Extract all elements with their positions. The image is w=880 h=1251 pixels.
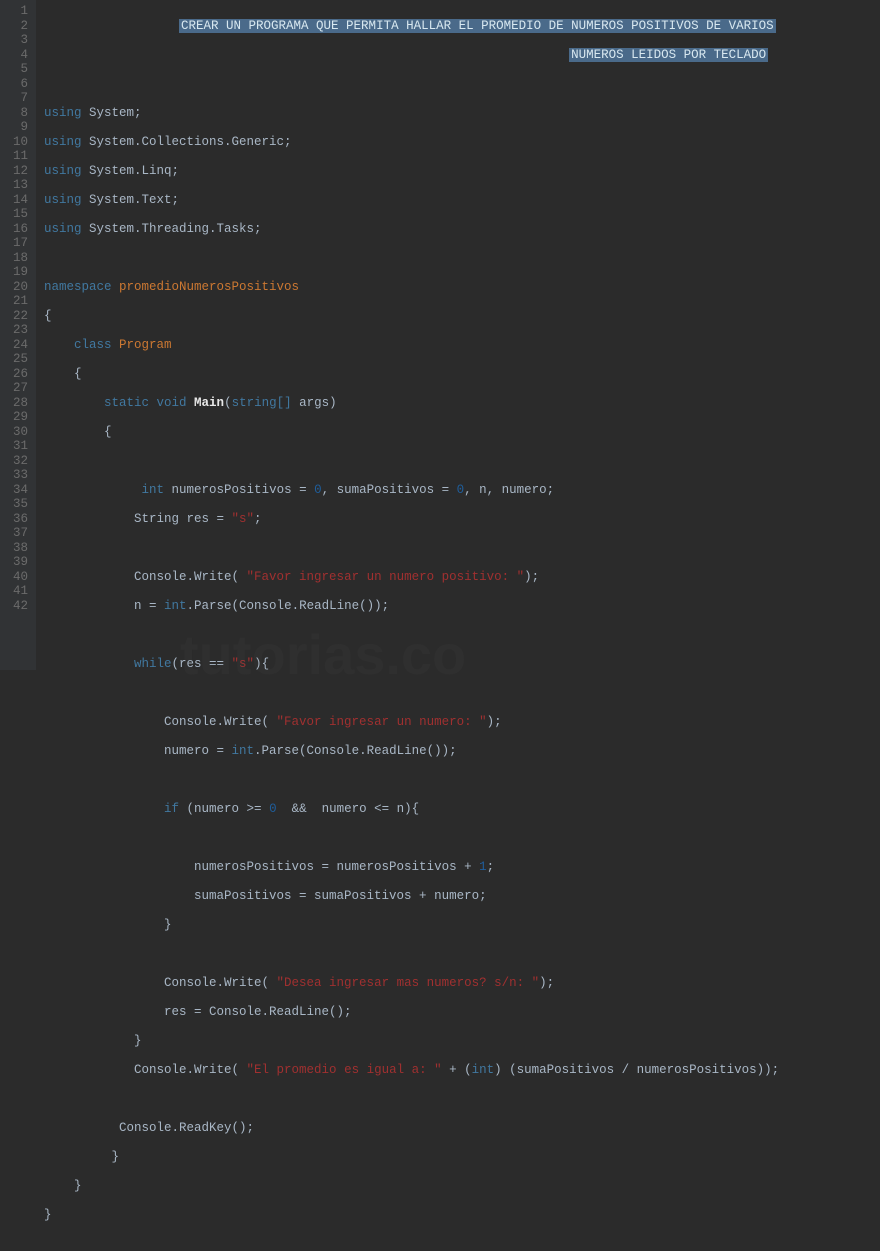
line-number: 22 <box>4 309 28 324</box>
line-number: 28 <box>4 396 28 411</box>
line-number: 25 <box>4 352 28 367</box>
line-number: 40 <box>4 570 28 585</box>
line-number: 12 <box>4 164 28 179</box>
line-number: 39 <box>4 555 28 570</box>
line-number: 27 <box>4 381 28 396</box>
line-number: 16 <box>4 222 28 237</box>
line-number: 2 <box>4 19 28 34</box>
line-number: 17 <box>4 236 28 251</box>
line-number: 19 <box>4 265 28 280</box>
line-number: 13 <box>4 178 28 193</box>
line-number: 1 <box>4 4 28 19</box>
line-number: 24 <box>4 338 28 353</box>
line-number: 32 <box>4 454 28 469</box>
line-number: 21 <box>4 294 28 309</box>
code-editor: 1 2 3 4 5 6 7 8 9 10 11 12 13 14 15 16 1… <box>0 0 880 670</box>
line-number: 29 <box>4 410 28 425</box>
line-number: 4 <box>4 48 28 63</box>
line-number: 9 <box>4 120 28 135</box>
line-number: 37 <box>4 526 28 541</box>
line-number-gutter: 1 2 3 4 5 6 7 8 9 10 11 12 13 14 15 16 1… <box>0 0 36 670</box>
keyword: using <box>44 106 82 120</box>
line-number: 26 <box>4 367 28 382</box>
line-number: 41 <box>4 584 28 599</box>
line-number: 18 <box>4 251 28 266</box>
line-number: 10 <box>4 135 28 150</box>
line-number: 8 <box>4 106 28 121</box>
selected-comment-line2: NUMEROS LEIDOS POR TECLADO <box>569 48 768 62</box>
line-number: 42 <box>4 599 28 614</box>
line-number: 15 <box>4 207 28 222</box>
line-number: 20 <box>4 280 28 295</box>
line-number: 3 <box>4 33 28 48</box>
line-number: 36 <box>4 512 28 527</box>
line-number: 11 <box>4 149 28 164</box>
line-number: 6 <box>4 77 28 92</box>
line-number: 33 <box>4 468 28 483</box>
line-number: 7 <box>4 91 28 106</box>
line-number: 14 <box>4 193 28 208</box>
line-number: 23 <box>4 323 28 338</box>
line-number: 31 <box>4 439 28 454</box>
line-number: 35 <box>4 497 28 512</box>
line-number: 5 <box>4 62 28 77</box>
line-number: 34 <box>4 483 28 498</box>
code-area[interactable]: CREAR UN PROGRAMA QUE PERMITA HALLAR EL … <box>36 0 880 670</box>
line-number: 38 <box>4 541 28 556</box>
selected-comment-line1: CREAR UN PROGRAMA QUE PERMITA HALLAR EL … <box>179 19 776 33</box>
line-number: 30 <box>4 425 28 440</box>
